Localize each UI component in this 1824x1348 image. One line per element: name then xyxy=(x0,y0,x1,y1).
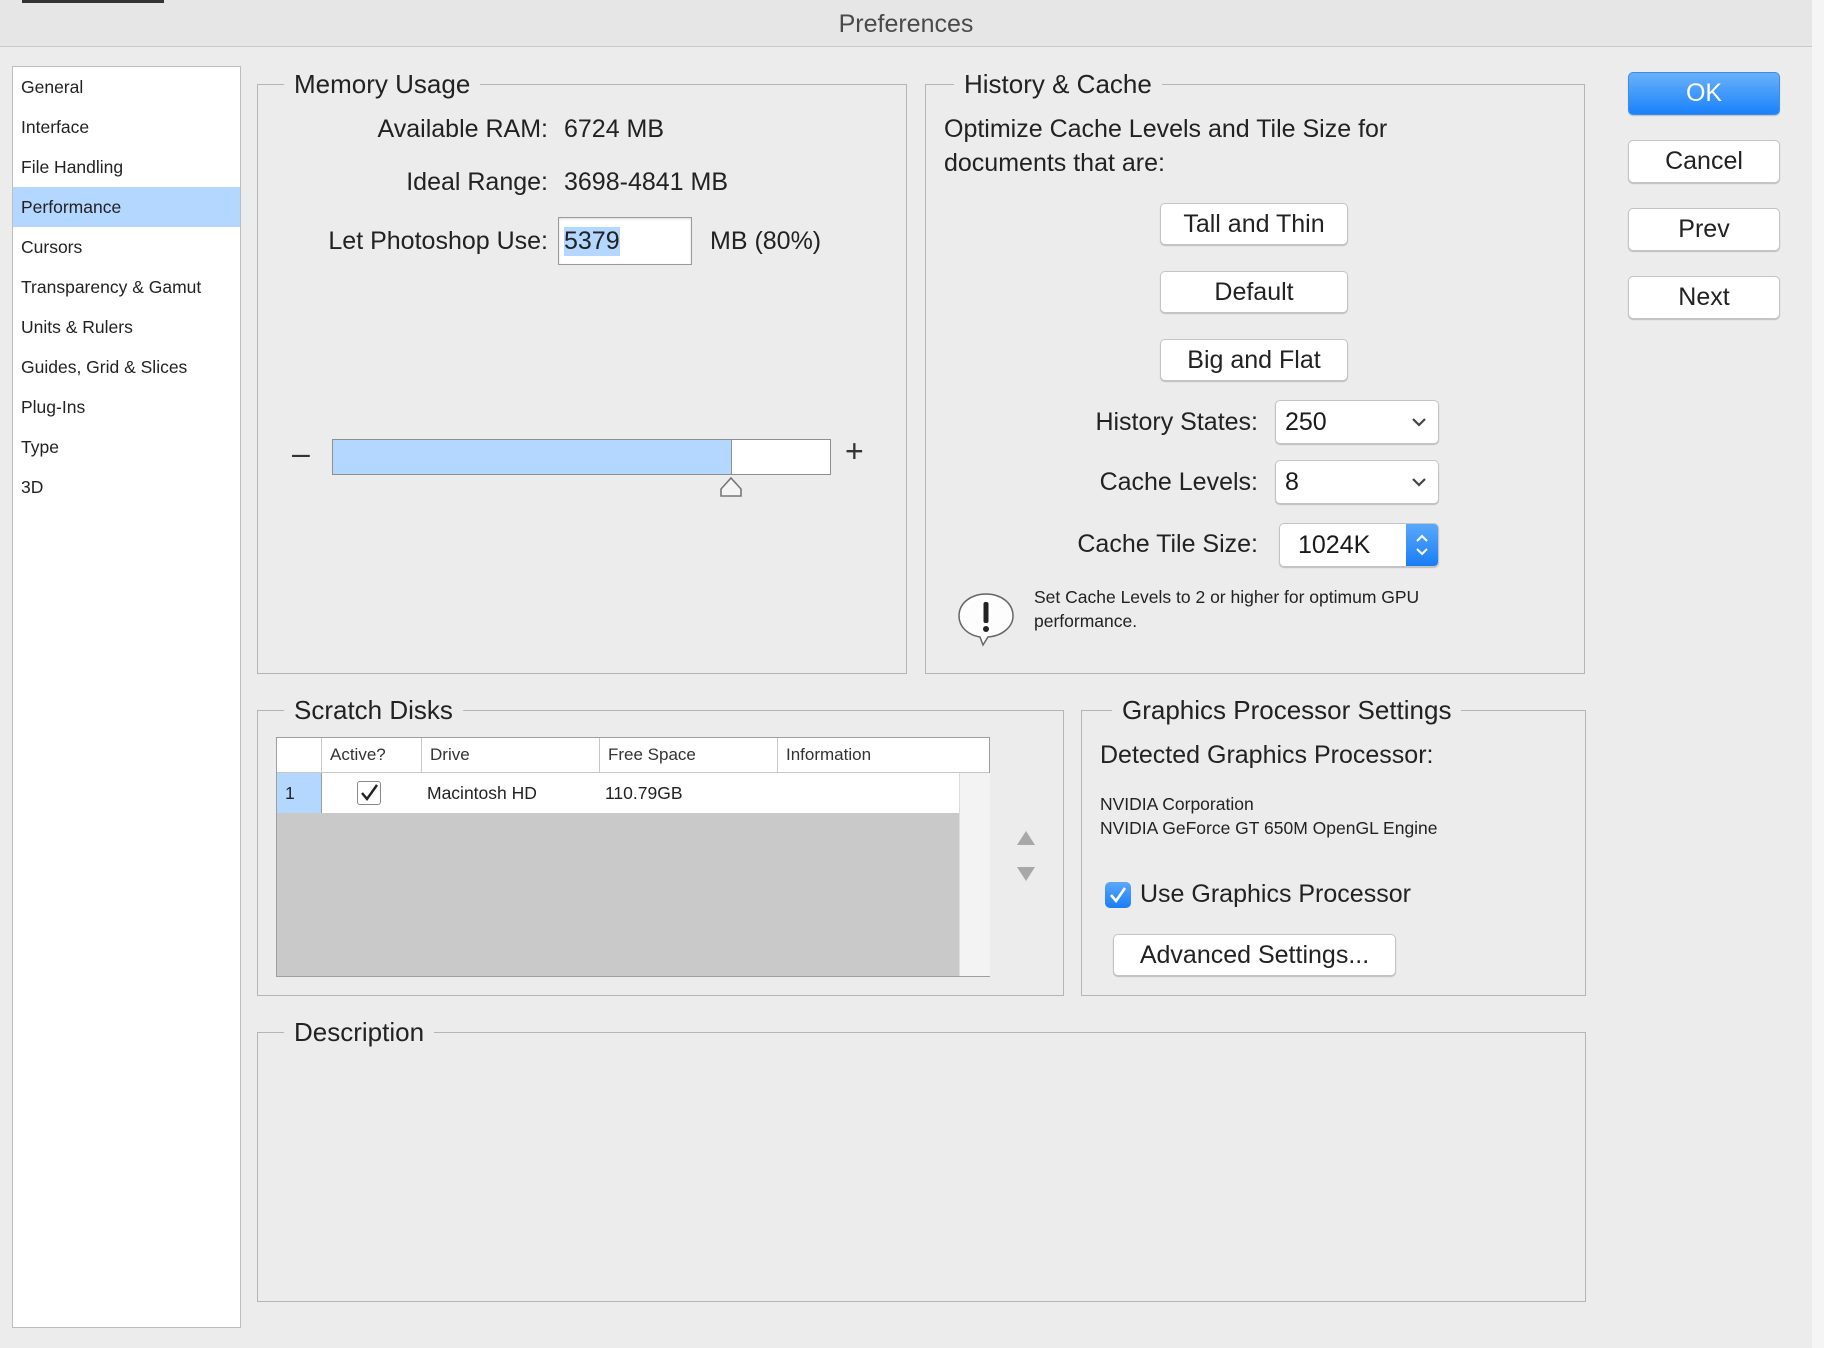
column-header-active[interactable]: Active? xyxy=(322,738,422,772)
history-states-value: 250 xyxy=(1285,408,1327,436)
checkmark-icon xyxy=(361,784,378,801)
advanced-settings-button[interactable]: Advanced Settings... xyxy=(1113,934,1396,976)
title-bar: Preferences xyxy=(0,0,1812,47)
table-scrollbar[interactable] xyxy=(959,773,990,976)
sidebar-item-performance[interactable]: Performance xyxy=(13,187,240,227)
sidebar-item-transparency-gamut[interactable]: Transparency & Gamut xyxy=(13,267,240,307)
checkmark-icon xyxy=(1110,887,1127,904)
use-graphics-processor-label[interactable]: Use Graphics Processor xyxy=(1140,880,1411,909)
cache-tile-size-label: Cache Tile Size: xyxy=(1077,530,1258,558)
history-states-label: History States: xyxy=(1095,408,1258,436)
column-header-number xyxy=(277,738,322,772)
scratch-disks-legend: Scratch Disks xyxy=(284,693,463,727)
column-header-free-space[interactable]: Free Space xyxy=(600,738,778,772)
column-header-information[interactable]: Information xyxy=(778,738,989,772)
move-up-arrow-icon[interactable] xyxy=(1015,829,1037,847)
table-header: Active? Drive Free Space Information xyxy=(277,738,989,773)
sidebar-item-file-handling[interactable]: File Handling xyxy=(13,147,240,187)
scratch-disks-table: Active? Drive Free Space Information 1 M… xyxy=(276,737,990,977)
memory-slider-thumb[interactable] xyxy=(718,475,744,499)
history-cache-legend: History & Cache xyxy=(954,67,1162,101)
sidebar-item-cursors[interactable]: Cursors xyxy=(13,227,240,267)
background-window-edge xyxy=(1812,0,1824,1348)
history-cache-group: History & Cache Optimize Cache Levels an… xyxy=(925,67,1585,674)
row-number-cell: 1 xyxy=(277,773,322,813)
graphics-processor-group: Graphics Processor Settings Detected Gra… xyxy=(1081,693,1586,996)
memory-amount-value: 5379 xyxy=(564,227,620,256)
memory-amount-field[interactable]: 5379 xyxy=(558,217,692,265)
memory-usage-group: Memory Usage Available RAM: 6724 MB Idea… xyxy=(257,67,907,674)
big-and-flat-button[interactable]: Big and Flat xyxy=(1160,339,1348,381)
memory-amount-suffix: MB (80%) xyxy=(710,227,822,255)
cache-levels-label: Cache Levels: xyxy=(1099,468,1258,496)
memory-slider-track[interactable] xyxy=(332,439,831,475)
optimize-text-line2: documents that are: xyxy=(944,149,1165,177)
ideal-range-value: 3698-4841 MB xyxy=(564,168,729,196)
sidebar-item-general[interactable]: General xyxy=(13,67,240,107)
sidebar-item-guides-grid-slices[interactable]: Guides, Grid & Slices xyxy=(13,347,240,387)
cancel-button[interactable]: Cancel xyxy=(1628,140,1780,183)
free-space-cell: 110.79GB xyxy=(605,783,683,803)
scratch-disks-group: Scratch Disks Active? Drive Free Space I… xyxy=(257,693,1064,996)
gpu-model: NVIDIA GeForce GT 650M OpenGL Engine xyxy=(1100,818,1438,838)
table-row[interactable]: 1 Macintosh HD 110.79GB xyxy=(277,773,959,813)
prev-button[interactable]: Prev xyxy=(1628,208,1780,251)
memory-slider-fill xyxy=(333,440,732,474)
history-states-select[interactable]: 250 xyxy=(1275,400,1439,444)
next-button[interactable]: Next xyxy=(1628,276,1780,319)
cache-levels-select[interactable]: 8 xyxy=(1275,460,1439,504)
use-graphics-processor-checkbox[interactable] xyxy=(1105,882,1131,908)
detected-processor-label: Detected Graphics Processor: xyxy=(1100,741,1434,769)
gpu-warning-line2: performance. xyxy=(1034,611,1138,631)
stepper-arrows-icon xyxy=(1406,524,1438,566)
tab-indicator xyxy=(22,0,164,3)
cache-tile-size-value: 1024K xyxy=(1298,531,1371,559)
increase-memory-icon[interactable]: + xyxy=(845,433,864,470)
decrease-memory-icon[interactable]: – xyxy=(292,435,310,472)
cache-levels-value: 8 xyxy=(1285,468,1299,496)
let-photoshop-use-label: Let Photoshop Use: xyxy=(328,227,548,255)
gpu-warning-line1: Set Cache Levels to 2 or higher for opti… xyxy=(1034,587,1420,607)
warning-icon xyxy=(958,593,1014,647)
memory-usage-legend: Memory Usage xyxy=(284,67,481,101)
chevron-down-icon xyxy=(1412,478,1426,487)
preferences-sidebar: General Interface File Handling Performa… xyxy=(12,66,241,1328)
default-button[interactable]: Default xyxy=(1160,271,1348,313)
graphics-processor-legend: Graphics Processor Settings xyxy=(1112,693,1462,727)
optimize-text-line1: Optimize Cache Levels and Tile Size for xyxy=(944,115,1388,143)
description-group: Description xyxy=(257,1015,1586,1302)
active-checkbox[interactable] xyxy=(357,781,381,805)
sidebar-item-type[interactable]: Type xyxy=(13,427,240,467)
gpu-vendor: NVIDIA Corporation xyxy=(1100,794,1254,814)
ok-button[interactable]: OK xyxy=(1628,72,1780,115)
ideal-range-label: Ideal Range: xyxy=(406,168,548,196)
cache-tile-size-select[interactable]: 1024K xyxy=(1279,523,1439,567)
sidebar-item-plug-ins[interactable]: Plug-Ins xyxy=(13,387,240,427)
table-empty-area xyxy=(277,813,959,976)
sidebar-item-interface[interactable]: Interface xyxy=(13,107,240,147)
column-header-drive[interactable]: Drive xyxy=(422,738,600,772)
drive-cell: Macintosh HD xyxy=(427,783,537,803)
sidebar-item-3d[interactable]: 3D xyxy=(13,467,240,507)
tall-and-thin-button[interactable]: Tall and Thin xyxy=(1160,203,1348,245)
description-legend: Description xyxy=(284,1015,435,1049)
sidebar-item-units-rulers[interactable]: Units & Rulers xyxy=(13,307,240,347)
available-ram-value: 6724 MB xyxy=(564,115,665,143)
move-down-arrow-icon[interactable] xyxy=(1015,865,1037,883)
window-title: Preferences xyxy=(838,10,974,38)
chevron-down-icon xyxy=(1412,418,1426,427)
available-ram-label: Available RAM: xyxy=(377,115,548,143)
